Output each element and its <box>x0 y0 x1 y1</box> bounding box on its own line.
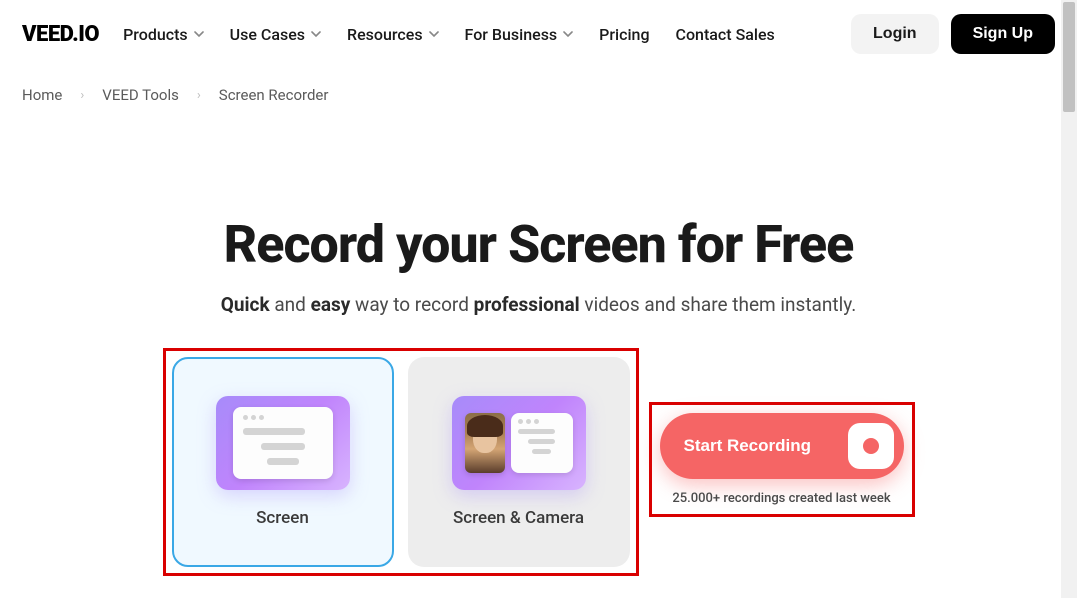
scrollbar-thumb[interactable] <box>1063 2 1075 112</box>
option-screen-camera[interactable]: Screen & Camera <box>408 357 630 567</box>
breadcrumb: Home › VEED Tools › Screen Recorder <box>0 68 1077 104</box>
window-icon <box>511 413 573 473</box>
login-button[interactable]: Login <box>851 14 939 54</box>
nav-use-cases[interactable]: Use Cases <box>230 25 321 44</box>
nav-products[interactable]: Products <box>123 25 204 44</box>
option-label: Screen <box>256 508 309 528</box>
logo[interactable]: VEED.IO <box>22 22 99 47</box>
breadcrumb-home[interactable]: Home <box>22 86 62 104</box>
cta-subtext: 25.000+ recordings created last week <box>672 491 890 506</box>
nav-label: Use Cases <box>230 25 305 44</box>
scrollbar-track[interactable] <box>1061 0 1077 598</box>
recording-options-highlight: Screen Screen & Camera <box>163 348 639 576</box>
record-icon <box>848 423 894 469</box>
breadcrumb-veed-tools[interactable]: VEED Tools <box>102 86 179 104</box>
nav-for-business[interactable]: For Business <box>465 25 574 44</box>
chevron-down-icon <box>429 29 439 39</box>
hero: Record your Screen for Free Quick and ea… <box>0 214 1077 316</box>
nav-pricing[interactable]: Pricing <box>599 25 649 44</box>
option-screen[interactable]: Screen <box>172 357 394 567</box>
breadcrumb-screen-recorder[interactable]: Screen Recorder <box>219 86 329 104</box>
chevron-down-icon <box>311 29 321 39</box>
window-icon <box>233 407 333 479</box>
nav-contact-sales[interactable]: Contact Sales <box>676 25 775 44</box>
nav-right: Login Sign Up <box>851 14 1055 54</box>
chevron-down-icon <box>563 29 573 39</box>
nav-label: Products <box>123 25 188 44</box>
page-subtitle: Quick and easy way to record professiona… <box>0 293 1077 316</box>
chevron-down-icon <box>194 29 204 39</box>
option-label: Screen & Camera <box>453 508 584 528</box>
cta-label: Start Recording <box>684 436 812 456</box>
nav-label: Pricing <box>599 25 649 44</box>
chevron-right-icon: › <box>197 88 201 103</box>
screen-camera-thumbnail <box>452 396 586 490</box>
nav-label: Resources <box>347 25 423 44</box>
signup-button[interactable]: Sign Up <box>951 14 1055 54</box>
cards-area: Screen Screen & Camera Start Recording 2… <box>0 348 1077 576</box>
cta-highlight: Start Recording 25.000+ recordings creat… <box>649 402 915 517</box>
camera-face-icon <box>465 413 505 473</box>
screen-thumbnail <box>216 396 350 490</box>
nav-label: For Business <box>465 25 558 44</box>
nav-label: Contact Sales <box>676 25 775 44</box>
main-nav: Products Use Cases Resources For Busines… <box>123 25 841 44</box>
start-recording-button[interactable]: Start Recording <box>660 413 904 479</box>
nav-resources[interactable]: Resources <box>347 25 439 44</box>
header: VEED.IO Products Use Cases Resources For… <box>0 0 1077 68</box>
chevron-right-icon: › <box>80 88 84 103</box>
page-title: Record your Screen for Free <box>0 214 1077 275</box>
